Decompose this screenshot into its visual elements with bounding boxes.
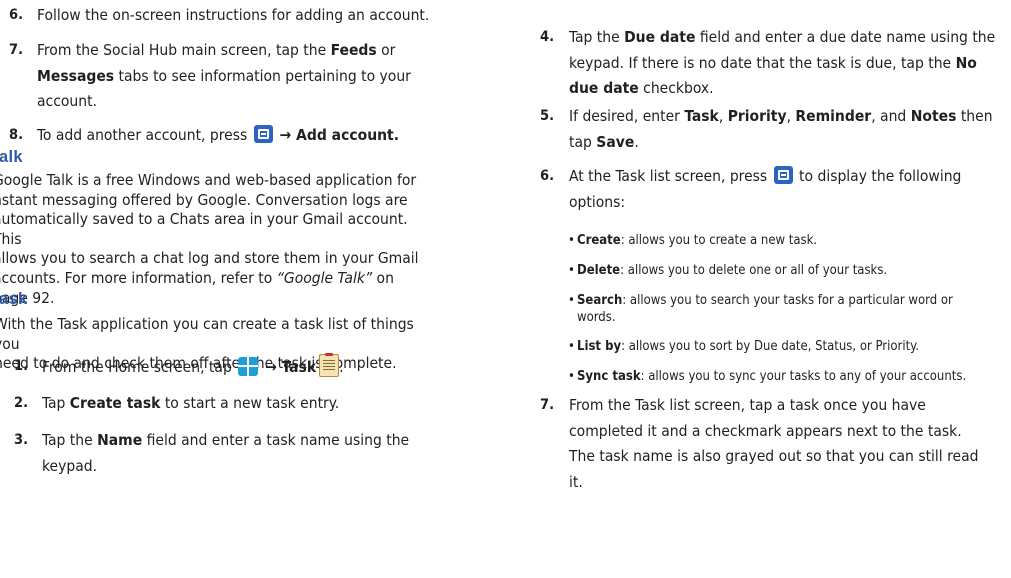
step-text: From the Task list screen, tap a task on… xyxy=(569,396,979,491)
cross-reference-link: “Google Talk” xyxy=(276,268,373,287)
step-number: 6. xyxy=(9,7,24,23)
step-text: Follow the on-screen instructions for ad… xyxy=(37,6,430,24)
step-number: 7. xyxy=(540,397,555,413)
menu-key-icon xyxy=(253,125,273,143)
bullet-create: • Create: allows you to create a new task… xyxy=(568,233,818,248)
step-text: From the Social Hub main screen, tap the… xyxy=(37,41,411,110)
talk-paragraph: Google Talk is a free Windows and web-ba… xyxy=(0,171,419,307)
step-number: 3. xyxy=(14,432,29,448)
bullet-delete: • Delete: allows you to delete one or all… xyxy=(568,263,888,278)
step-text: Tap Create task to start a new task entr… xyxy=(42,394,340,412)
bullet-sync-task: • Sync task: allows you to sync your task… xyxy=(568,369,967,384)
step-number: 6. xyxy=(540,168,555,184)
section-heading-task: ask xyxy=(0,290,28,308)
step-text: Tap the Due date field and enter a due d… xyxy=(569,28,996,97)
menu-key-icon xyxy=(773,166,793,184)
step-text: Tap the Name field and enter a task name… xyxy=(42,431,410,475)
bullet-search: • Search: allows you to search your tasks… xyxy=(568,293,953,325)
section-heading-talk: alk xyxy=(0,148,23,166)
step-number: 8. xyxy=(9,127,24,143)
step-text: At the Task list screen, press to displa… xyxy=(569,166,962,211)
step-number: 1. xyxy=(14,358,29,374)
applications-icon xyxy=(238,357,259,376)
step-number: 7. xyxy=(9,42,24,58)
step-number: 5. xyxy=(540,108,555,124)
step-text: From the Home screen, tap → Task. xyxy=(42,353,344,381)
task-app-icon xyxy=(319,353,340,377)
step-text: To add another account, press → Add acco… xyxy=(37,125,400,144)
step-number: 2. xyxy=(14,395,29,411)
step-number: 4. xyxy=(540,29,555,45)
step-text: If desired, enter Task, Priority, Remind… xyxy=(569,107,993,151)
bullet-list-by: • List by: allows you to sort by Due date… xyxy=(568,339,919,354)
